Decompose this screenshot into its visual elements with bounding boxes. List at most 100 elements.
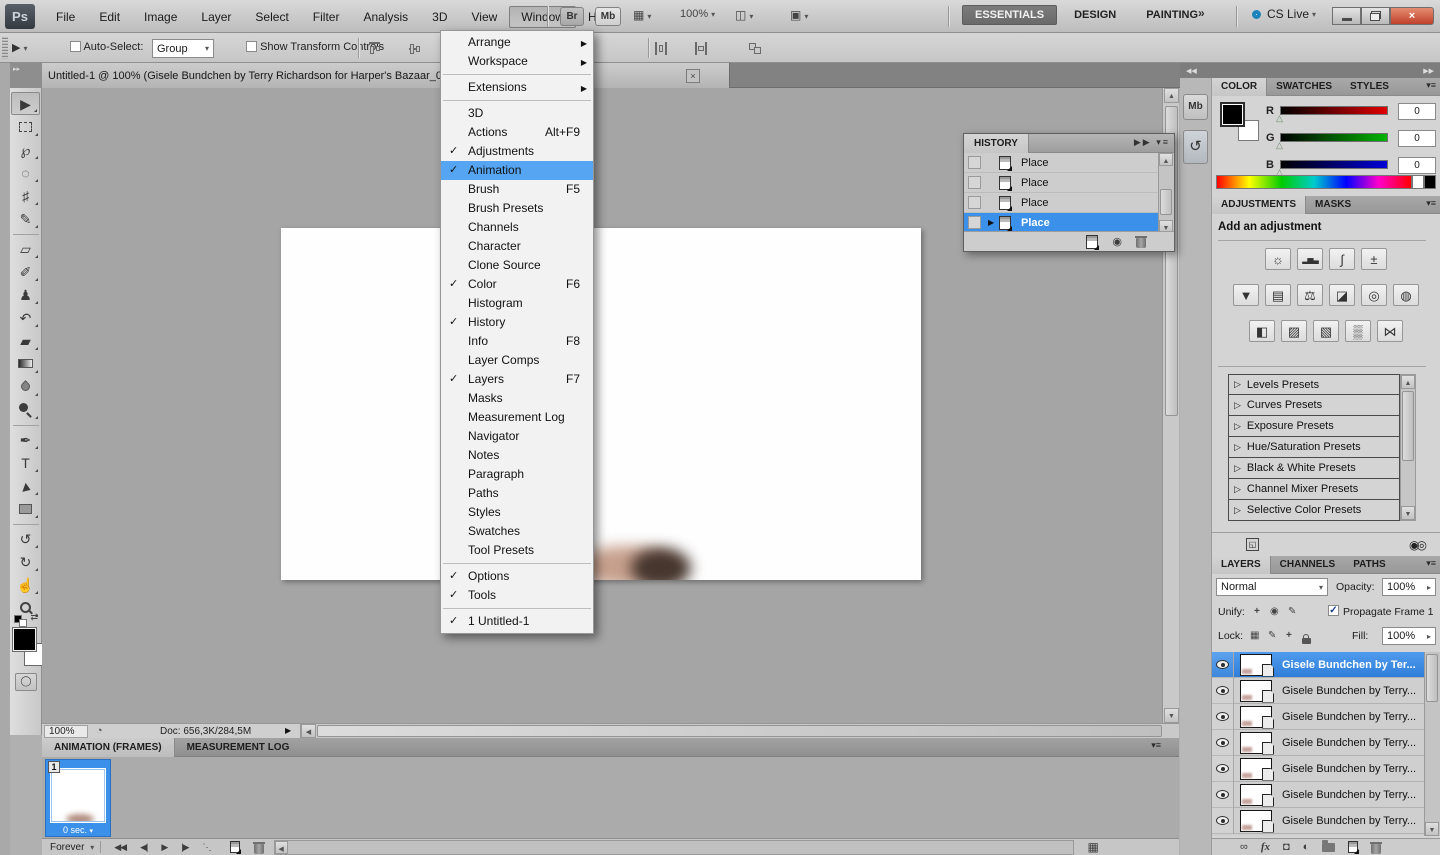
scroll-up-icon[interactable]: ▲ [1159, 153, 1173, 166]
delete-frame-icon[interactable] [254, 841, 264, 854]
menu-item-tool-presets[interactable]: Tool Presets [441, 541, 593, 560]
brush-tool[interactable]: ✐ [11, 260, 40, 283]
scroll-left-icon[interactable]: ◀ [301, 724, 316, 738]
menu-item-adjustments[interactable]: ✓Adjustments [441, 142, 593, 161]
menu-item-histogram[interactable]: Histogram [441, 294, 593, 313]
menu-item-color[interactable]: ✓ColorF6 [441, 275, 593, 294]
type-tool[interactable]: T [11, 451, 40, 474]
channel-slider[interactable] [1280, 106, 1388, 115]
menu-item-paragraph[interactable]: Paragraph [441, 465, 593, 484]
3d-rotate-tool[interactable]: ↺ [11, 527, 40, 550]
delete-state-icon[interactable] [1136, 235, 1146, 248]
layer-row[interactable]: Gisele Bundchen by Terry... [1212, 678, 1424, 704]
menu-item-history[interactable]: ✓History [441, 313, 593, 332]
layer-thumbnail[interactable] [1240, 706, 1272, 728]
layer-visibility-toggle[interactable] [1212, 730, 1234, 756]
document-canvas[interactable] [281, 228, 921, 580]
channel-slider-handle[interactable]: △ [1276, 140, 1283, 151]
history-step[interactable]: Place [964, 173, 1160, 193]
panel-menu-icon[interactable]: ▾≡ [1156, 137, 1170, 147]
blur-tool[interactable] [11, 375, 40, 398]
hue-saturation-button[interactable]: ▤ [1265, 284, 1291, 306]
menu-item-brush[interactable]: BrushF5 [441, 180, 593, 199]
tab-channels[interactable]: CHANNELS [1271, 556, 1345, 574]
fill-field[interactable]: 100% ▸ [1382, 627, 1436, 645]
panel-menu-icon[interactable]: ▾≡ [1426, 558, 1436, 569]
align-top-edges-icon[interactable] [368, 42, 383, 55]
scroll-up-icon[interactable]: ▲ [1164, 88, 1179, 103]
lasso-tool[interactable]: ℘ [11, 138, 40, 161]
presets-scrollbar[interactable]: ▲ ▼ [1400, 374, 1416, 521]
color-balance-button[interactable]: ⚖ [1297, 284, 1323, 306]
channel-slider[interactable] [1280, 133, 1388, 142]
default-colors-control[interactable]: ⇄ [14, 612, 38, 626]
menu-item-layers[interactable]: ✓LayersF7 [441, 370, 593, 389]
path-selection-tool[interactable]: ▲ [11, 474, 40, 497]
move-tool[interactable]: ▶ [11, 92, 40, 115]
preset-hue-saturation-presets[interactable]: ▷Hue/Saturation Presets [1228, 437, 1400, 458]
close-document-icon[interactable]: × [686, 69, 700, 83]
panel-menu-icon[interactable]: ▾≡ [1151, 740, 1161, 751]
threshold-button[interactable]: ▧ [1313, 320, 1339, 342]
gradient-map-button[interactable]: ▒ [1345, 320, 1371, 342]
lock-all-icon[interactable] [1302, 638, 1311, 644]
rectangle-tool[interactable] [11, 497, 40, 520]
layer-row[interactable]: Gisele Bundchen by Terry... [1212, 782, 1424, 808]
history-step[interactable]: Place [964, 153, 1160, 173]
history-brush-tool[interactable]: ↶ [11, 306, 40, 329]
expand-dock-icon[interactable]: ▶▶ [1423, 67, 1434, 75]
new-adjustment-layer-icon[interactable]: ◐ [1303, 841, 1310, 853]
tab-animation-frames[interactable]: ANIMATION (FRAMES) [42, 738, 175, 757]
unify-style-icon[interactable]: ✎ [1288, 606, 1296, 617]
channel-value-field[interactable]: 0 [1398, 157, 1436, 174]
layer-style-icon[interactable]: fx [1261, 841, 1270, 853]
photo-filter-button[interactable]: ◎ [1361, 284, 1387, 306]
posterize-button[interactable]: ▨ [1281, 320, 1307, 342]
layer-thumbnail[interactable] [1240, 784, 1272, 806]
exposure-button[interactable]: ± [1361, 248, 1387, 270]
launch-bridge-button[interactable]: Br [560, 7, 584, 26]
vibrance-button[interactable]: ▼ [1233, 284, 1259, 306]
crop-tool[interactable]: ♯ [11, 184, 40, 207]
burn-tool[interactable] [11, 398, 40, 421]
layer-thumbnail[interactable] [1240, 758, 1272, 780]
cs-live-menu[interactable]: CS Live ▾ [1252, 7, 1316, 21]
layer-visibility-toggle[interactable] [1212, 782, 1234, 808]
quick-mask-mode-button[interactable]: ◯ [15, 673, 37, 691]
menu-filter[interactable]: Filter [301, 6, 352, 28]
foreground-color-swatch-panel[interactable] [1222, 104, 1243, 125]
menu-item-measurement-log[interactable]: Measurement Log [441, 408, 593, 427]
show-transform-checkbox[interactable] [246, 41, 257, 52]
workspace-design[interactable]: DESIGN [1061, 5, 1129, 25]
arrange-documents-button[interactable]: ◫▾ [735, 8, 753, 22]
menu-item-channels[interactable]: Channels [441, 218, 593, 237]
layer-row[interactable]: Gisele Bundchen by Terry... [1212, 730, 1424, 756]
auto-align-layers-icon[interactable] [748, 42, 763, 55]
menu-item-character[interactable]: Character [441, 237, 593, 256]
menu-item-brush-presets[interactable]: Brush Presets [441, 199, 593, 218]
menu-image[interactable]: Image [132, 6, 189, 28]
menu-item-paths[interactable]: Paths [441, 484, 593, 503]
panel-menu-icon[interactable]: ▾≡ [1426, 198, 1436, 209]
scroll-up-icon[interactable]: ▲ [1401, 375, 1415, 389]
lock-image-icon[interactable]: ✎ [1268, 630, 1276, 641]
blend-mode-dropdown[interactable]: Normal ▾ [1216, 578, 1328, 596]
menu-item-extensions[interactable]: Extensions▶ [441, 78, 593, 97]
spectrum-black-swatch[interactable] [1424, 175, 1436, 189]
view-extras-button[interactable]: ▦▾ [633, 8, 651, 22]
menu-view[interactable]: View [459, 6, 509, 28]
tween-button[interactable]: ⋱ [203, 842, 211, 853]
channel-value-field[interactable]: 0 [1398, 103, 1436, 120]
menu-item-layer-comps[interactable]: Layer Comps [441, 351, 593, 370]
gradient-tool[interactable] [11, 352, 40, 375]
menu-item-masks[interactable]: Masks [441, 389, 593, 408]
menu-layer[interactable]: Layer [189, 6, 243, 28]
layer-visibility-toggle[interactable] [1212, 704, 1234, 730]
layer-thumbnail[interactable] [1240, 732, 1272, 754]
rectangular-marquee-tool[interactable] [11, 115, 40, 138]
tab-layers[interactable]: LAYERS [1212, 556, 1271, 574]
menu-select[interactable]: Select [243, 6, 300, 28]
menu-item-workspace[interactable]: Workspace▶ [441, 52, 593, 71]
animation-scrollbar[interactable]: ◀ [274, 840, 1074, 855]
levels-button[interactable]: ▂▅▃ [1297, 248, 1323, 270]
